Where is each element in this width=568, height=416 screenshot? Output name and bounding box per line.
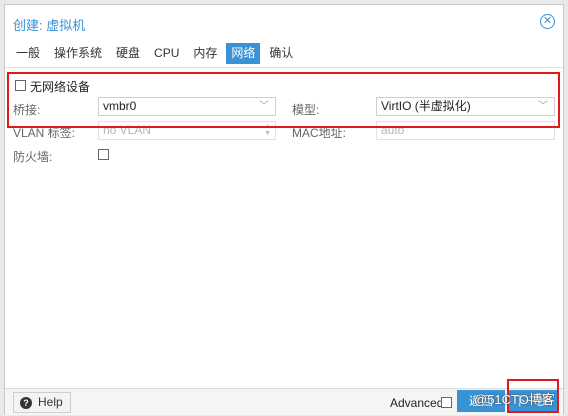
help-label: Help bbox=[38, 395, 63, 409]
mac-input[interactable]: auto bbox=[376, 121, 555, 140]
tab-confirm[interactable]: 确认 bbox=[264, 43, 298, 64]
tab-disk[interactable]: 硬盘 bbox=[111, 43, 145, 64]
tab-cpu[interactable]: CPU bbox=[149, 43, 184, 64]
wizard-tabs: 一般 操作系统 硬盘 CPU 内存 网络 确认 bbox=[11, 43, 302, 65]
bridge-select[interactable]: vmbr0 ﹀ bbox=[98, 97, 276, 116]
model-label: 模型: bbox=[292, 103, 320, 117]
close-icon[interactable]: ✕ bbox=[540, 14, 555, 29]
tab-os[interactable]: 操作系统 bbox=[49, 43, 107, 64]
model-select[interactable]: VirtIO (半虚拟化) ﹀ bbox=[376, 97, 555, 116]
vlan-label: VLAN 标签: bbox=[13, 126, 76, 140]
no-network-label: 无网络设备 bbox=[30, 80, 91, 94]
firewall-label: 防火墙: bbox=[13, 150, 53, 164]
spinner-arrows-icon: ▲ ▼ bbox=[264, 123, 271, 137]
bridge-label: 桥接: bbox=[13, 103, 41, 117]
tab-divider bbox=[5, 67, 563, 68]
advanced-checkbox[interactable] bbox=[441, 397, 452, 408]
mac-label: MAC地址: bbox=[292, 126, 347, 140]
tab-general[interactable]: 一般 bbox=[11, 43, 45, 64]
bridge-value: vmbr0 bbox=[103, 99, 137, 113]
vlan-input[interactable]: no VLAN ▲ ▼ bbox=[98, 121, 276, 140]
vlan-placeholder: no VLAN bbox=[103, 123, 152, 137]
create-vm-dialog: 创建: 虚拟机 ✕ 一般 操作系统 硬盘 CPU 内存 网络 确认 无网络设备 … bbox=[4, 4, 564, 415]
help-button[interactable]: ? Help bbox=[13, 392, 71, 413]
tab-network[interactable]: 网络 bbox=[226, 43, 261, 64]
mac-placeholder: auto bbox=[381, 123, 405, 137]
dialog-title: 创建: 虚拟机 bbox=[13, 18, 86, 33]
chevron-down-icon: ﹀ bbox=[538, 101, 548, 112]
advanced-label: Advanced bbox=[390, 396, 444, 410]
watermark: @51CTO博客 bbox=[474, 392, 555, 407]
tab-memory[interactable]: 内存 bbox=[188, 43, 222, 64]
question-circle-icon: ? bbox=[20, 397, 32, 409]
chevron-down-icon: ﹀ bbox=[259, 101, 269, 112]
no-network-checkbox[interactable] bbox=[15, 80, 26, 91]
dialog-titlebar: 创建: 虚拟机 ✕ bbox=[5, 5, 563, 37]
model-value: VirtIO (半虚拟化) bbox=[381, 99, 471, 113]
firewall-checkbox[interactable] bbox=[98, 149, 109, 160]
